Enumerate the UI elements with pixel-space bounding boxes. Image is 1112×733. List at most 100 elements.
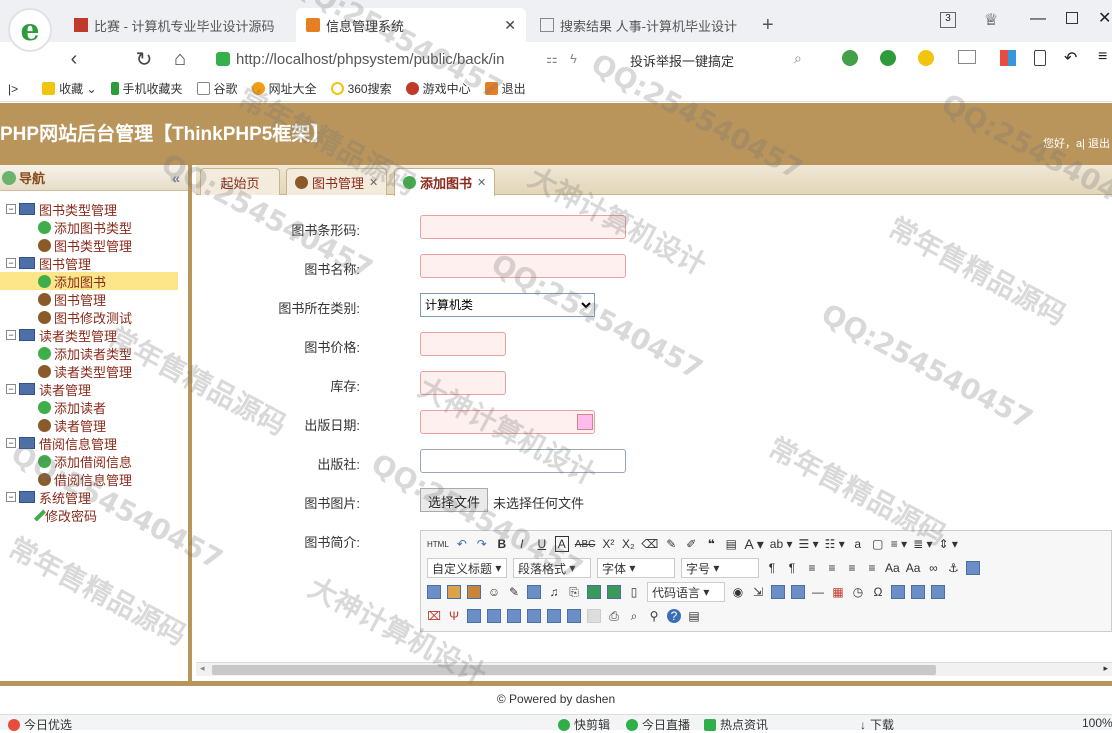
sidebar-item-change-password[interactable]: 修改密码 (0, 506, 188, 524)
format-brush-icon[interactable]: ✎ (664, 537, 678, 551)
user-greeting[interactable]: 您好，a| 退出 (1043, 135, 1110, 151)
print-icon[interactable]: ⎙ (607, 609, 621, 624)
eraser-icon[interactable]: ⌫ (641, 537, 658, 551)
multi-image-icon[interactable] (467, 585, 481, 599)
horizontal-rule-icon[interactable]: — (811, 585, 825, 599)
strikethrough-icon[interactable]: ABC (575, 539, 596, 550)
image-icon[interactable] (958, 50, 976, 64)
live-today[interactable]: 今日直播 (626, 716, 690, 733)
paste-icon[interactable]: ▤ (724, 537, 738, 551)
today-picks[interactable]: 今日优选 (8, 716, 72, 733)
sidebar-group-borrow[interactable]: − 借阅信息管理 (0, 434, 188, 452)
insert-col-icon[interactable] (507, 609, 521, 623)
paragraph-format-dropdown[interactable]: 段落格式 ▾ (513, 558, 591, 578)
close-tab-icon[interactable]: ✕ (477, 176, 486, 189)
attachment-icon[interactable]: ⎘ (567, 585, 581, 600)
publisher-input[interactable] (420, 449, 626, 473)
scroll-right-icon[interactable]: ▸ (1103, 663, 1108, 674)
collapse-sidebar-icon[interactable]: « (172, 170, 180, 186)
bookmark-exit[interactable]: 退出 (484, 80, 526, 97)
wordimage-icon[interactable] (891, 585, 905, 599)
extension-icon[interactable] (842, 50, 858, 66)
italic-icon[interactable]: I (515, 537, 529, 551)
split-cells-icon[interactable] (567, 609, 581, 623)
maximize-icon[interactable] (1066, 12, 1078, 24)
hot-news[interactable]: 热点资讯 (704, 716, 768, 733)
collapse-node-icon[interactable]: − (6, 384, 16, 394)
browser-logo-icon[interactable]: e (8, 8, 52, 52)
collapse-node-icon[interactable]: − (6, 204, 16, 214)
refresh-icon[interactable]: ↻ (132, 47, 156, 71)
sidebar-group-book-types[interactable]: − 图书类型管理 (0, 200, 188, 218)
justify-icon[interactable]: ≡ (865, 561, 879, 575)
pubdate-input[interactable] (420, 410, 595, 434)
browser-tab-1[interactable]: 比赛 - 计算机专业毕业设计源码 (64, 8, 285, 42)
special-char-icon[interactable]: Ω (871, 585, 885, 599)
delete-col-icon[interactable] (527, 609, 541, 623)
minimize-icon[interactable]: — (1030, 10, 1046, 28)
price-input[interactable] (420, 332, 506, 356)
merge-cells-icon[interactable] (547, 609, 561, 623)
time-icon[interactable]: ◷ (851, 585, 865, 599)
lowercase-icon[interactable]: Aa (906, 561, 921, 575)
highlight-icon[interactable]: ab ▾ (770, 537, 793, 551)
align-center-icon[interactable]: ≡ (825, 561, 839, 575)
insert-para-icon[interactable]: Ψ (447, 609, 461, 623)
category-select[interactable]: 计算机类 (420, 293, 595, 317)
collapse-node-icon[interactable]: − (6, 258, 16, 268)
quick-clip[interactable]: 快剪辑 (558, 716, 610, 733)
code-language-dropdown[interactable]: 代码语言 ▾ (647, 582, 725, 602)
phone-icon[interactable] (1034, 50, 1046, 66)
bookmark-360[interactable]: 360搜索 (330, 80, 392, 97)
page-icon[interactable]: ▢ (871, 537, 885, 551)
search-hint-text[interactable]: 投诉举报一键搞定 (630, 51, 734, 70)
sidebar-item-add-reader[interactable]: 添加读者 (0, 398, 188, 416)
sidebar-item-borrow-manage[interactable]: 借阅信息管理 (0, 470, 188, 488)
menu-icon[interactable]: ≡ (1098, 48, 1107, 66)
line-height-icon[interactable]: ≡ ▾ (891, 537, 907, 551)
image-icon[interactable] (966, 561, 981, 575)
font-family-dropdown[interactable]: 字体 ▾ (597, 558, 675, 578)
sidebar-item-add-book[interactable]: 添加图书 (0, 272, 178, 290)
bookmark-mobile[interactable]: 手机收藏夹 (110, 80, 183, 97)
stock-input[interactable] (420, 371, 506, 395)
insert-row-icon[interactable] (467, 609, 481, 623)
unordered-list-icon[interactable]: ☷ ▾ (825, 537, 845, 551)
sidebar-item-add-reader-type[interactable]: 添加读者类型 (0, 344, 188, 362)
collapse-node-icon[interactable]: − (6, 492, 16, 502)
sidebar-item-reader-manage[interactable]: 读者管理 (0, 416, 188, 434)
delete-row-icon[interactable] (487, 609, 501, 623)
collapse-node-icon[interactable]: − (6, 438, 16, 448)
split-rows-icon[interactable] (587, 609, 601, 623)
sidebar-item-book-edit-test[interactable]: 图书修改测试 (0, 308, 188, 326)
horizontal-scrollbar[interactable]: ◂ ▸ (196, 662, 1112, 676)
gmap-icon[interactable] (607, 585, 621, 599)
bookmark-sites[interactable]: 网址大全 (251, 80, 317, 97)
sidebar-item-add-borrow[interactable]: 添加借阅信息 (0, 452, 188, 470)
grid-icon[interactable]: ⚏ (546, 51, 558, 67)
choose-file-button[interactable]: 选择文件 (420, 488, 489, 512)
sidebar-group-system[interactable]: − 系统管理 (0, 488, 188, 506)
edit-tip-icon[interactable] (911, 585, 925, 599)
bookmark-google[interactable]: 谷歌 (196, 80, 238, 97)
quote-icon[interactable]: ❝ (704, 537, 718, 551)
video-icon[interactable] (527, 585, 541, 599)
snapscreen-icon[interactable] (791, 585, 805, 599)
insert-code-icon[interactable]: ▯ (627, 585, 641, 599)
tab-book-manage[interactable]: 图书管理 ✕ (286, 168, 388, 195)
close-tab-icon[interactable]: ✕ (369, 176, 378, 189)
bookmark-games[interactable]: 游戏中心 (405, 80, 471, 97)
search-replace-icon[interactable]: ⚲ (647, 609, 661, 623)
sidebar-item-add-book-type[interactable]: 添加图书类型 (0, 218, 188, 236)
uppercase-icon[interactable]: Aa (885, 561, 900, 575)
text-icon[interactable]: a (851, 537, 865, 551)
background-icon[interactable] (771, 585, 785, 599)
browser-tab-2[interactable]: 信息管理系统 ✕ (296, 8, 526, 42)
emotion-icon[interactable]: ☺ (487, 585, 501, 599)
translate-icon[interactable] (880, 50, 896, 66)
font-color-icon[interactable]: A ▾ (744, 536, 763, 553)
superscript-icon[interactable]: X² (601, 537, 615, 551)
url-field[interactable]: http://localhost/phpsystem/public/back/i… (210, 46, 530, 72)
back-icon[interactable]: ‹ (62, 47, 86, 71)
apps-icon[interactable] (1000, 50, 1016, 66)
